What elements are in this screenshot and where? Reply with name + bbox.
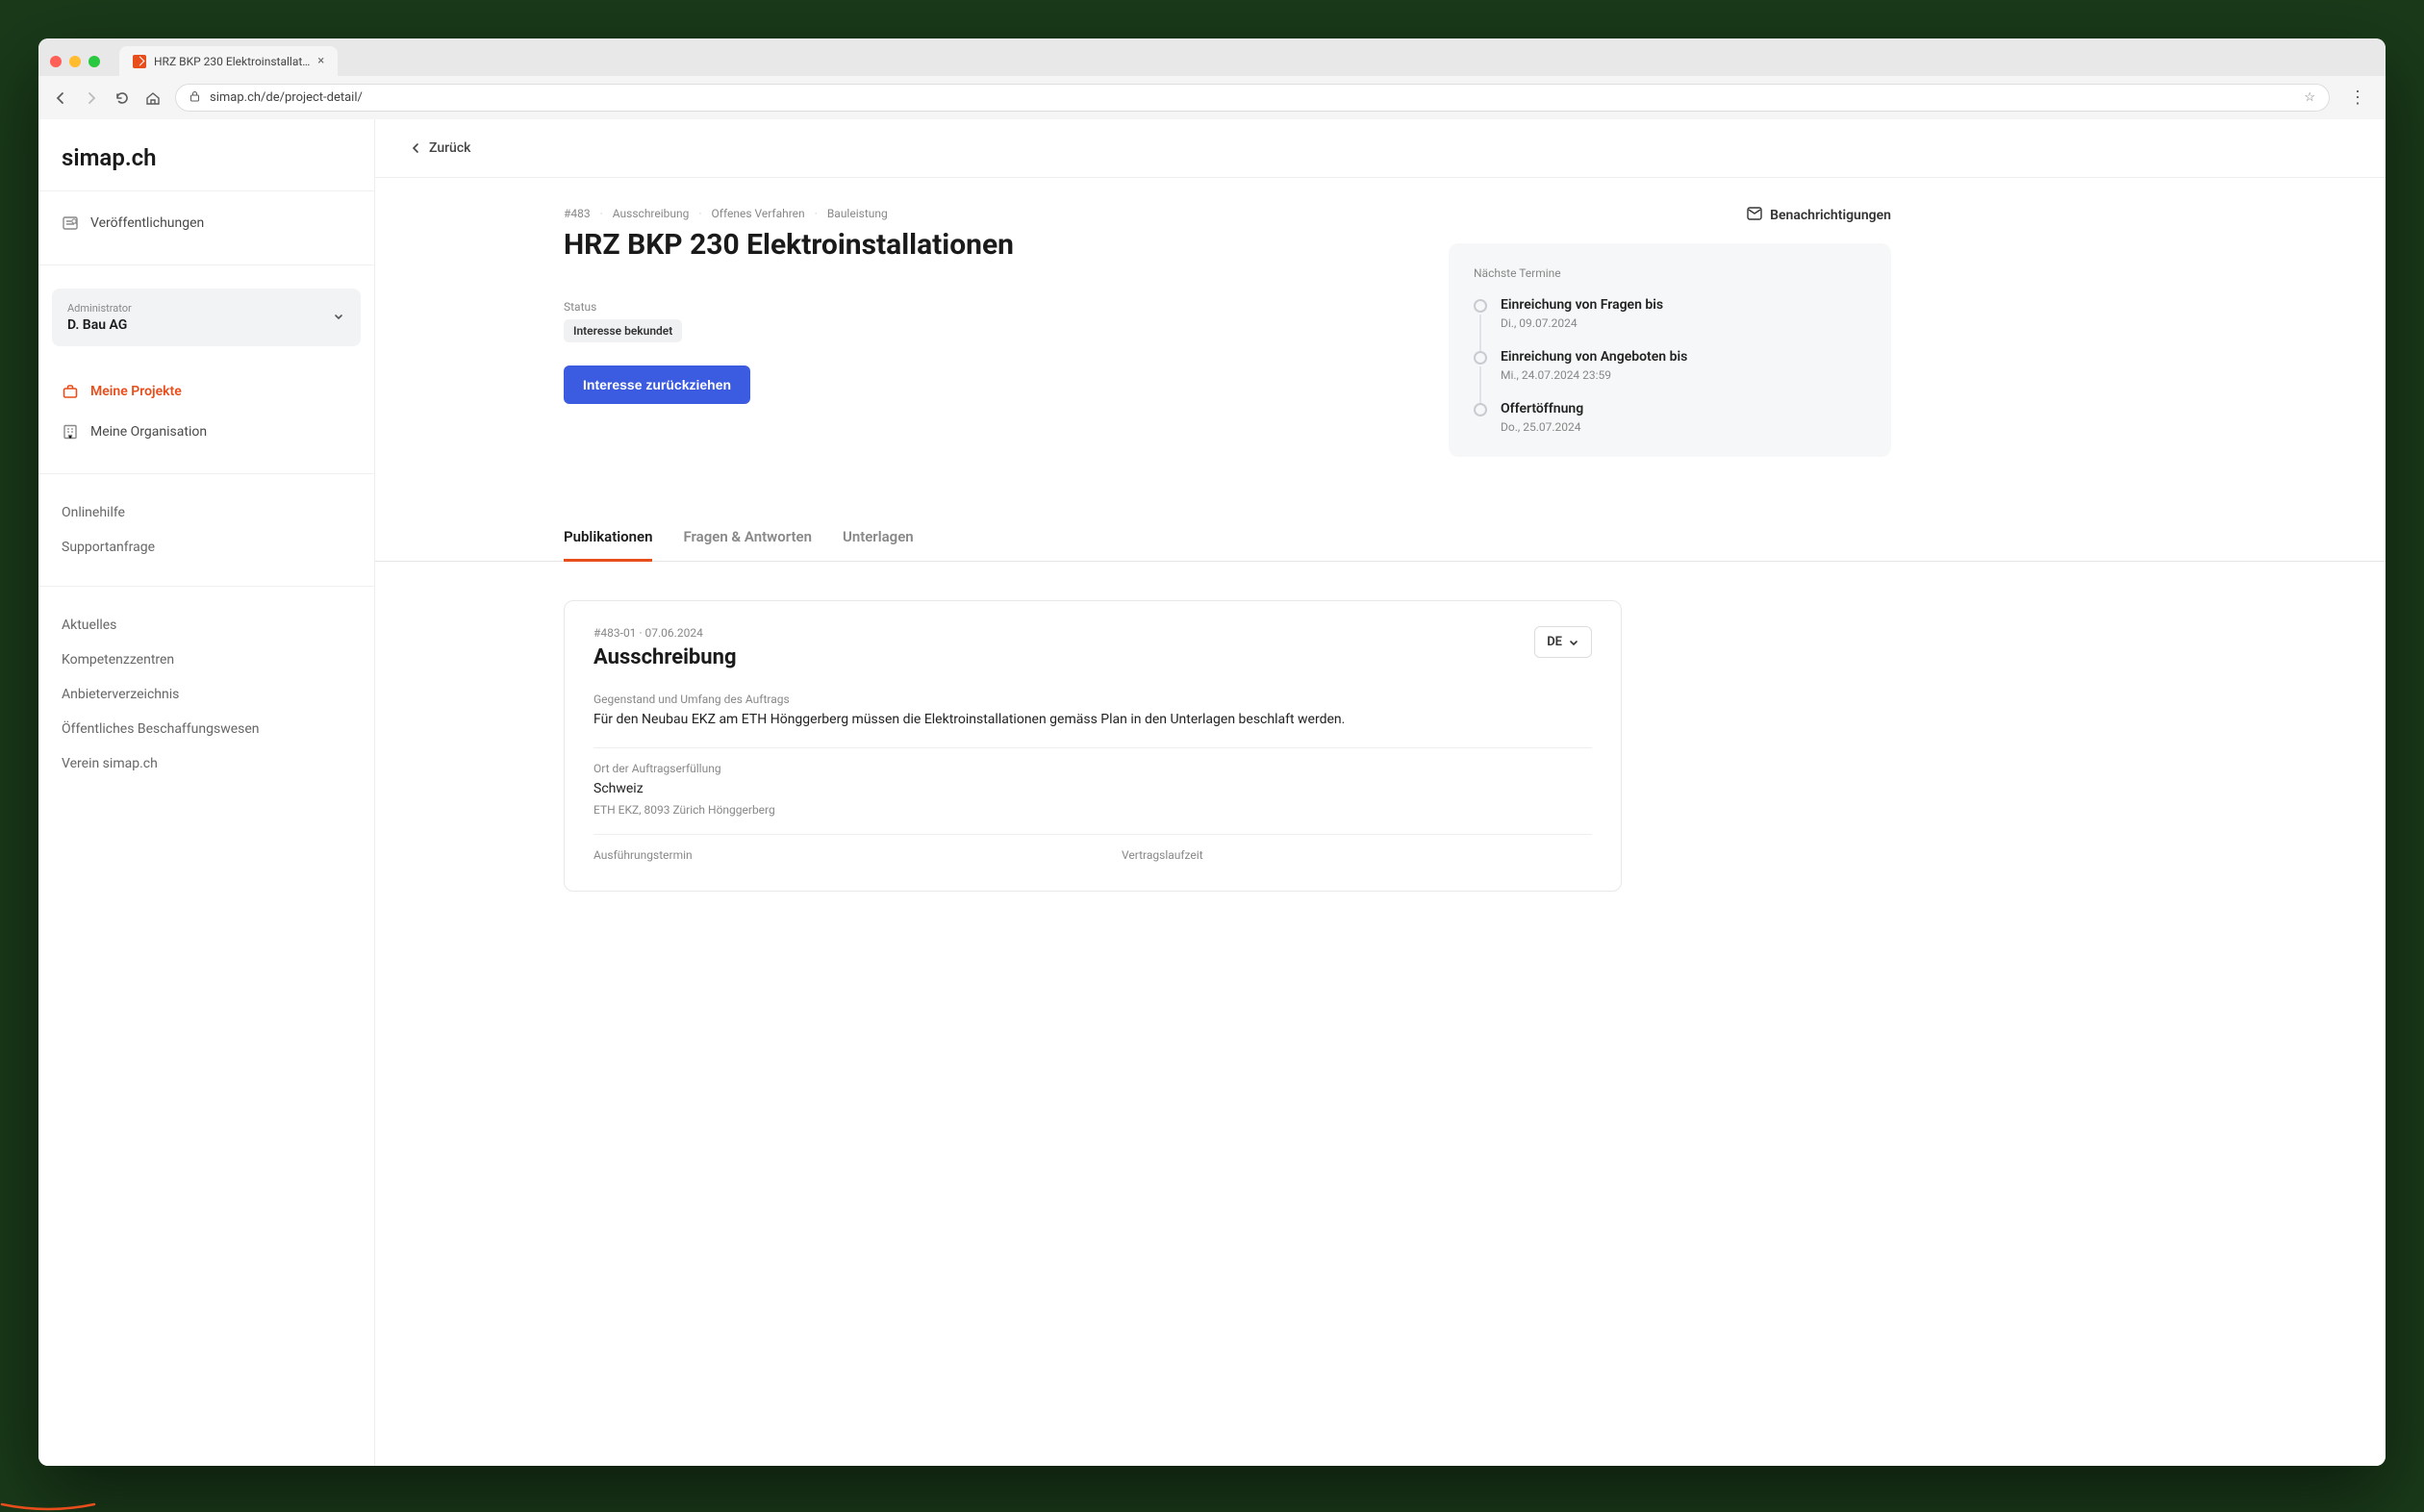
breadcrumb-item: Ausschreibung: [613, 207, 690, 220]
status-badge: Interesse bekundet: [564, 319, 682, 342]
breadcrumb-item: Bauleistung: [827, 207, 888, 220]
mail-icon: [1747, 207, 1762, 224]
forward-button[interactable]: [83, 89, 100, 107]
sidebar-link-online-help[interactable]: Onlinehilfe: [38, 495, 374, 530]
timeline-dot-icon: [1474, 351, 1487, 365]
bookmark-icon[interactable]: ☆: [2304, 90, 2315, 105]
sidebar-link-support[interactable]: Supportanfrage: [38, 530, 374, 565]
publication-card: #483-01 · 07.06.2024 Ausschreibung DE Ge…: [564, 600, 1622, 892]
app: simap.ch Veröffentlichungen Administrato…: [38, 119, 2386, 1466]
address-bar[interactable]: simap.ch/de/project-detail/ ☆: [175, 84, 2330, 112]
sidebar-item-publications[interactable]: Veröffentlichungen: [38, 203, 374, 243]
publication-meta: #483-01 · 07.06.2024: [593, 626, 737, 640]
building-icon: [62, 423, 79, 441]
chevron-down-icon: [1568, 637, 1579, 648]
back-label: Zurück: [429, 140, 470, 156]
tab-publications[interactable]: Publikationen: [564, 515, 652, 562]
tab-close-icon[interactable]: ×: [317, 54, 324, 68]
breadcrumb-item: Offenes Verfahren: [712, 207, 805, 220]
timeline-item: Einreichung von Fragen bis Di., 09.07.20…: [1474, 297, 1866, 349]
reload-button[interactable]: [114, 89, 131, 107]
timeline-date: Do., 25.07.2024: [1501, 420, 1583, 434]
content: #483· Ausschreibung· Offenes Verfahren· …: [375, 178, 2386, 930]
sidebar-item-my-organisation[interactable]: Meine Organisation: [38, 412, 374, 452]
language-value: DE: [1547, 635, 1562, 649]
field-label: Vertragslaufzeit: [1122, 848, 1592, 862]
sidebar-label: Meine Projekte: [90, 384, 182, 399]
publications-icon: [62, 214, 79, 232]
timeline-date: Di., 09.07.2024: [1501, 316, 1663, 330]
tabs: Publikationen Fragen & Antworten Unterla…: [375, 515, 2386, 562]
home-button[interactable]: [144, 89, 162, 107]
field-label: Ort der Auftragserfüllung: [593, 762, 1592, 775]
timeline-dot-icon: [1474, 403, 1487, 416]
sidebar-link-competence[interactable]: Kompetenzzentren: [38, 643, 374, 677]
language-select[interactable]: DE: [1534, 626, 1592, 658]
tab-title: HRZ BKP 230 Elektroinstallat…: [154, 55, 310, 68]
timeline-label: Einreichung von Fragen bis: [1501, 297, 1663, 313]
detail-area: #483-01 · 07.06.2024 Ausschreibung DE Ge…: [375, 562, 2386, 930]
page-title: HRZ BKP 230 Elektroinstallationen: [564, 228, 1410, 262]
favicon-icon: [133, 55, 146, 68]
sidebar-label: Meine Organisation: [90, 424, 207, 440]
breadcrumb-item: #483: [564, 207, 591, 220]
org-switcher[interactable]: Administrator D. Bau AG: [52, 289, 361, 346]
sidebar-link-procurement[interactable]: Öffentliches Beschaffungswesen: [38, 712, 374, 746]
browser-window: HRZ BKP 230 Elektroinstallat… × simap.c: [38, 38, 2386, 1466]
sidebar-link-news[interactable]: Aktuelles: [38, 608, 374, 643]
close-window-button[interactable]: [50, 56, 62, 67]
notifications-link[interactable]: Benachrichtigungen: [1449, 207, 1891, 224]
chevron-left-icon: [410, 142, 421, 154]
browser-chrome: HRZ BKP 230 Elektroinstallat… × simap.c: [38, 38, 2386, 119]
browser-toolbar: simap.ch/de/project-detail/ ☆ ⋮: [38, 76, 2386, 119]
timeline-label: Einreichung von Angeboten bis: [1501, 349, 1687, 365]
project-header: #483· Ausschreibung· Offenes Verfahren· …: [410, 207, 1410, 457]
lock-icon: [189, 90, 200, 105]
timeline-item: Einreichung von Angeboten bis Mi., 24.07…: [1474, 349, 1866, 401]
browser-tab[interactable]: HRZ BKP 230 Elektroinstallat… ×: [119, 46, 338, 76]
notifications-label: Benachrichtigungen: [1770, 208, 1891, 223]
url-text: simap.ch/de/project-detail/: [210, 90, 2294, 105]
withdraw-interest-button[interactable]: Interesse zurückziehen: [564, 365, 750, 404]
back-link[interactable]: Zurück: [410, 140, 2351, 156]
maximize-window-button[interactable]: [88, 56, 100, 67]
publication-title: Ausschreibung: [593, 645, 737, 669]
timeline-dot-icon: [1474, 299, 1487, 313]
timeline-date: Mi., 24.07.2024 23:59: [1501, 368, 1687, 382]
topbar: Zurück: [375, 119, 2386, 178]
sidebar-link-assoc[interactable]: Verein simap.ch: [38, 746, 374, 781]
divider: [593, 747, 1592, 748]
tab-questions[interactable]: Fragen & Antworten: [683, 515, 812, 562]
main-content: Zurück #483· Ausschreibung· Offenes Verf…: [375, 119, 2386, 1466]
timeline-card: Nächste Termine Einreichung von Fragen b…: [1449, 243, 1891, 457]
field-sub: ETH EKZ, 8093 Zürich Hönggerberg: [593, 803, 1592, 817]
right-panel: Benachrichtigungen Nächste Termine Einre…: [1449, 207, 1891, 457]
sidebar: simap.ch Veröffentlichungen Administrato…: [38, 119, 375, 1466]
browser-tab-bar: HRZ BKP 230 Elektroinstallat… ×: [38, 38, 2386, 76]
logo[interactable]: simap.ch: [38, 119, 374, 191]
sidebar-link-providers[interactable]: Anbieterverzeichnis: [38, 677, 374, 712]
org-name: D. Bau AG: [67, 317, 132, 333]
minimize-window-button[interactable]: [69, 56, 81, 67]
field-value: Für den Neubau EKZ am ETH Hönggerberg mü…: [593, 710, 1592, 730]
window-controls: [50, 56, 100, 67]
browser-menu-button[interactable]: ⋮: [2343, 88, 2372, 108]
chevron-down-icon: [332, 309, 345, 327]
timeline-title: Nächste Termine: [1474, 266, 1866, 280]
breadcrumbs: #483· Ausschreibung· Offenes Verfahren· …: [564, 207, 1410, 220]
briefcase-icon: [62, 383, 79, 400]
sidebar-label: Veröffentlichungen: [90, 215, 204, 231]
field-label: Gegenstand und Umfang des Auftrags: [593, 693, 1592, 706]
field-label: Ausführungstermin: [593, 848, 1064, 862]
timeline-item: Offertöffnung Do., 25.07.2024: [1474, 401, 1866, 434]
sidebar-item-my-projects[interactable]: Meine Projekte: [38, 371, 374, 412]
org-role: Administrator: [67, 302, 132, 315]
tab-documents[interactable]: Unterlagen: [843, 515, 914, 562]
back-button[interactable]: [52, 89, 69, 107]
status-label: Status: [564, 300, 1410, 314]
timeline-label: Offertöffnung: [1501, 401, 1583, 416]
field-value: Schweiz: [593, 779, 1592, 799]
